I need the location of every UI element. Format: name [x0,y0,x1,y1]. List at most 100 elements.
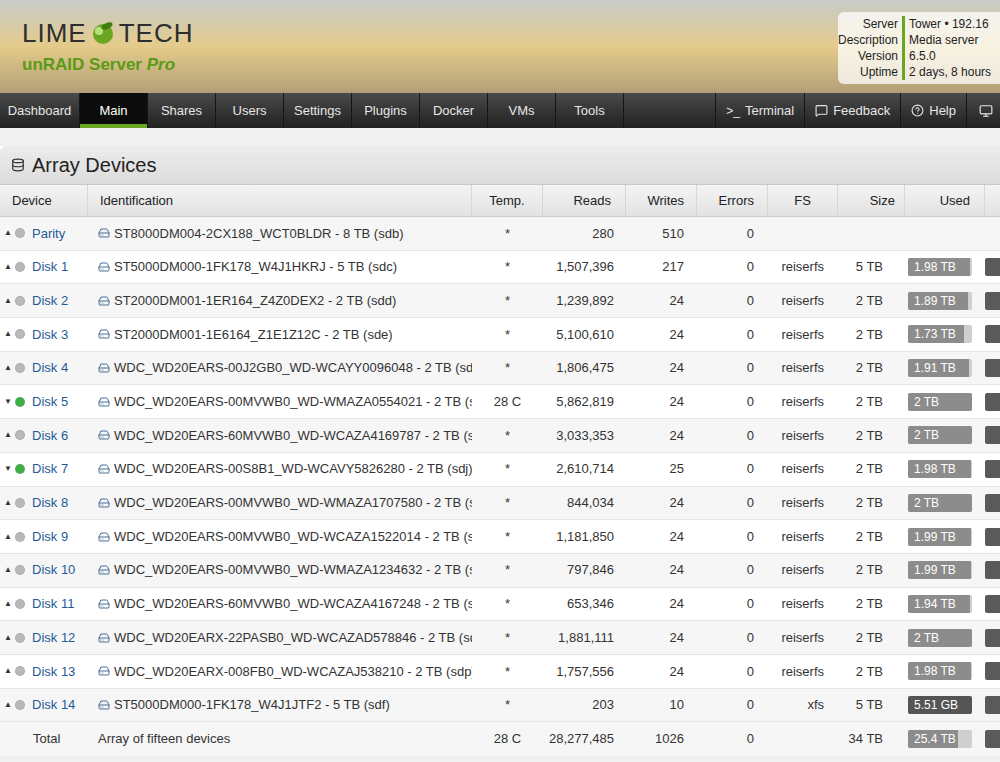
nav-action[interactable]: Help [900,93,966,128]
used-text: 1.89 TB [908,295,956,307]
nav-tab[interactable]: Docker [420,93,488,128]
nav-tab[interactable]: Tools [556,93,624,128]
expand-arrow[interactable]: ▲ [4,263,12,271]
expand-arrow[interactable]: ▲ [4,634,12,642]
table-row[interactable]: ▲Disk 11WDC_WD20EARS-60MVWB0_WD-WCAZA416… [0,588,1000,622]
reads-cell: 203 [543,695,626,715]
errors-cell: 0 [697,224,768,244]
nav-tab[interactable]: Users [216,93,284,128]
table-row[interactable]: ▲Disk 6WDC_WD20EARS-60MVWB0_WD-WCAZA4169… [0,419,1000,453]
table-row[interactable]: ▲Disk 14ST5000DM000-1FK178_W4J1JTF2 - 5 … [0,689,1000,723]
column-header[interactable]: Used [905,185,985,216]
table-row[interactable]: ▲Disk 13WDC_WD20EARX-008FB0_WD-WCAZAJ538… [0,655,1000,689]
table-row[interactable]: ▲Disk 4WDC_WD20EARS-00J2GB0_WD-WCAYY0096… [0,352,1000,386]
product-name: unRAID Server Pro [22,56,193,73]
table-row[interactable]: ▲Disk 9WDC_WD20EARS-00MVWB0_WD-WCAZA1522… [0,520,1000,554]
temp-cell: * [472,325,543,345]
device-cell[interactable]: ▲Disk 9 [0,527,88,547]
nav-tab[interactable]: Main [80,93,148,128]
used-bar: 1.98 TB [908,460,972,478]
device-cell[interactable]: ▲Disk 1 [0,257,88,277]
column-header[interactable]: Reads [543,185,626,216]
expand-arrow[interactable]: ▼ [4,465,12,473]
table-row[interactable]: ▼Disk 7WDC_WD20EARS-00S8B1_WD-WCAVY58262… [0,453,1000,487]
free-cell [985,393,1000,411]
expand-arrow[interactable]: ▲ [4,229,12,237]
expand-arrow[interactable]: ▲ [4,431,12,439]
expand-arrow[interactable]: ▲ [4,499,12,507]
nav-tab[interactable]: Plugins [352,93,420,128]
table-row[interactable]: ▲Disk 12WDC_WD20EARX-22PASB0_WD-WCAZAD57… [0,621,1000,655]
device-cell[interactable]: ▲Parity [0,224,88,244]
nav-action[interactable]: Feedback [804,93,900,128]
used-cell: 1.99 TB [905,528,985,546]
device-cell[interactable]: ▼Disk 7 [0,459,88,479]
expand-arrow[interactable]: ▲ [4,566,12,574]
fs-cell: reiserfs [768,358,838,378]
device-cell[interactable]: ▲Disk 12 [0,628,88,648]
device-cell[interactable]: ▲Disk 2 [0,291,88,311]
reads-cell: 1,881,111 [543,628,626,648]
used-text: 1.94 TB [908,598,956,610]
nav-tab[interactable]: Dashboard [0,93,80,128]
expand-arrow[interactable]: ▲ [4,533,12,541]
column-header[interactable]: FS [768,185,838,216]
expand-arrow[interactable]: ▼ [4,398,12,406]
table-row[interactable]: ▼Disk 5WDC_WD20EARS-00MVWB0_WD-WMAZA0554… [0,385,1000,419]
nav-tab[interactable]: Shares [148,93,216,128]
info-label: Uptime [860,64,898,80]
writes-cell: 24 [626,628,697,648]
table-row[interactable]: ▲Disk 10WDC_WD20EARS-00MVWB0_WD-WMAZA123… [0,554,1000,588]
device-cell[interactable]: ▲Disk 13 [0,662,88,682]
table-row[interactable]: ▲Disk 3ST2000DM001-1E6164_Z1E1Z12C - 2 T… [0,318,1000,352]
device-cell[interactable]: ▲Disk 14 [0,695,88,715]
table-row[interactable]: ▲ParityST8000DM004-2CX188_WCT0BLDR - 8 T… [0,217,1000,251]
device-cell[interactable]: ▲Disk 10 [0,560,88,580]
expand-arrow[interactable]: ▲ [4,667,12,675]
fs-cell: reiserfs [768,560,838,580]
device-cell[interactable]: ▼Disk 5 [0,392,88,412]
temp-cell: 28 C [472,729,543,749]
used-bar: 1.98 TB [908,662,972,680]
nav-tab[interactable]: VMs [488,93,556,128]
device-cell[interactable]: ▲Disk 3 [0,325,88,345]
expand-arrow[interactable]: ▲ [4,701,12,709]
expand-arrow[interactable]: ▲ [4,600,12,608]
writes-cell: 24 [626,493,697,513]
table-row[interactable]: ▲Disk 2ST2000DM001-1ER164_Z4Z0DEX2 - 2 T… [0,284,1000,318]
column-header[interactable]: Identification [88,185,472,216]
device-cell[interactable]: ▲Disk 6 [0,426,88,446]
used-cell: 1.98 TB [905,258,985,276]
expand-arrow[interactable]: ▲ [4,297,12,305]
reads-cell: 653,346 [543,594,626,614]
size-cell: 2 TB [838,493,905,513]
size-cell: 34 TB [838,729,905,749]
used-text: 1.99 TB [908,531,956,543]
expand-arrow[interactable]: ▲ [4,364,12,372]
table-row[interactable]: ▲Disk 1ST5000DM000-1FK178_W4J1HKRJ - 5 T… [0,251,1000,285]
column-header[interactable]: Errors [697,185,768,216]
used-text: 1.98 TB [908,261,956,273]
device-cell[interactable]: ▲Disk 8 [0,493,88,513]
column-header[interactable]: Size [838,185,905,216]
display-button[interactable] [966,93,1000,128]
errors-cell: 0 [697,560,768,580]
device-cell[interactable]: ▲Disk 4 [0,358,88,378]
drive-icon [98,295,110,307]
used-text: 5.51 GB [908,699,958,711]
nav-tab[interactable]: Settings [284,93,352,128]
table-row[interactable]: ▲Disk 8WDC_WD20EARS-00MVWB0_WD-WMAZA1707… [0,487,1000,521]
panel-title: Array Devices [32,150,156,180]
reads-cell: 2,610,714 [543,459,626,479]
column-header[interactable]: Temp. [472,185,543,216]
column-header[interactable]: Device [0,185,88,216]
column-header[interactable]: Writes [626,185,697,216]
expand-arrow[interactable]: ▲ [4,330,12,338]
fs-cell: reiserfs [768,493,838,513]
device-cell[interactable]: ▲Disk 11 [0,594,88,614]
free-bar [985,359,1000,377]
status-dot [15,565,25,575]
writes-cell: 24 [626,291,697,311]
nav-action[interactable]: >_Terminal [715,93,804,128]
total-row: TotalArray of fifteen devices28 C28,277,… [0,722,1000,756]
